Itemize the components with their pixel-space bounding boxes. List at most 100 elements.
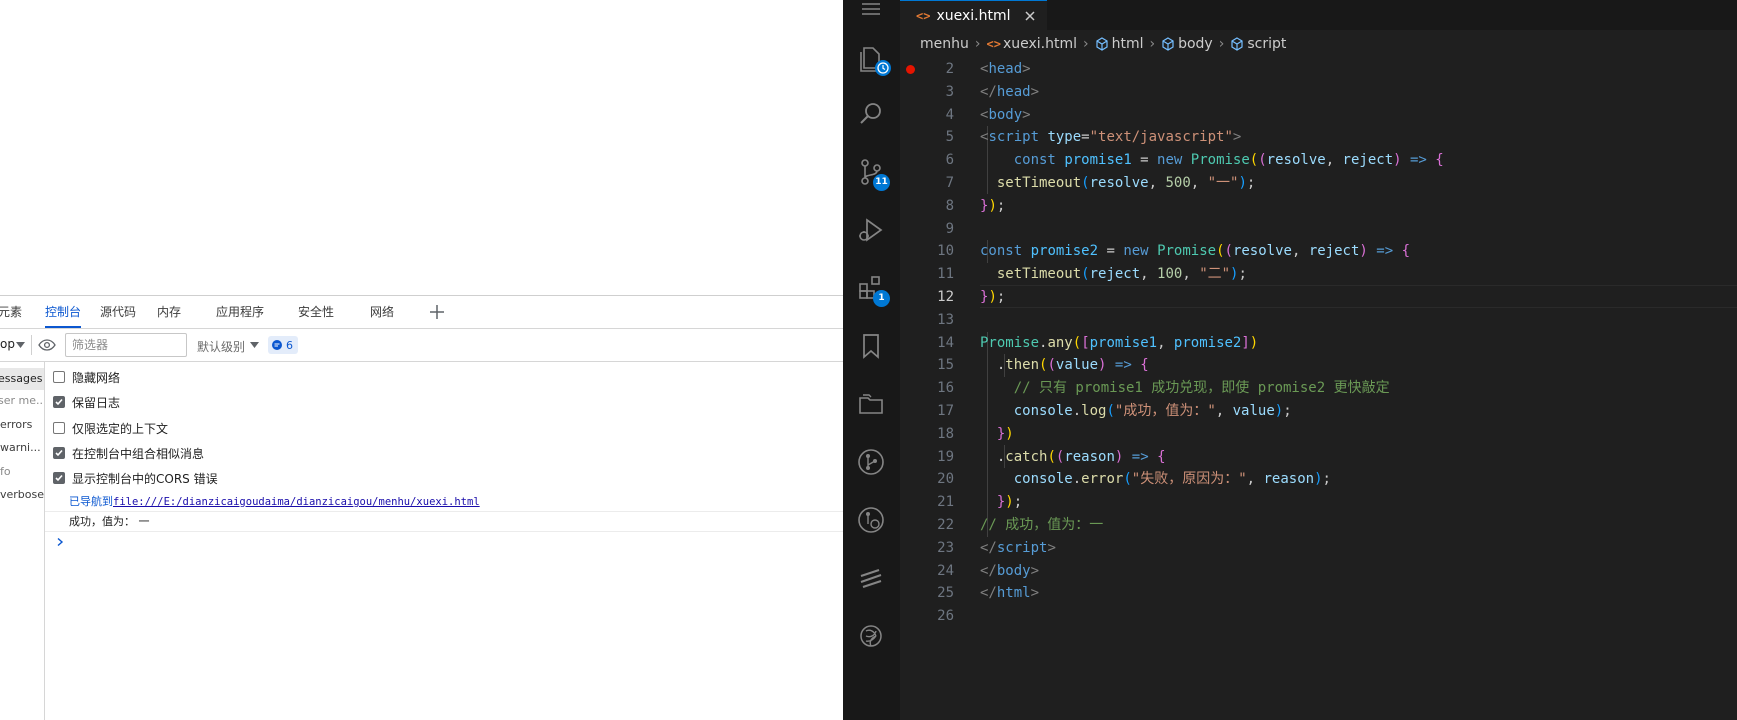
search-icon[interactable] — [855, 98, 887, 130]
line-number[interactable]: 12 — [937, 286, 954, 309]
tab-elements[interactable]: 元素 — [0, 296, 22, 328]
setting-hide-network[interactable]: 隐藏网络 — [53, 367, 120, 387]
code-line[interactable]: }) — [980, 423, 1014, 446]
code-line[interactable]: Promise.any([promise1, promise2]) — [980, 332, 1258, 355]
line-number[interactable]: 4 — [946, 104, 954, 127]
line-number[interactable]: 17 — [937, 400, 954, 423]
code-line[interactable]: // 只有 promise1 成功兑现，即使 promise2 更快敲定 — [980, 377, 1390, 400]
setting-selected-context-only[interactable]: 仅限选定的上下文 — [53, 418, 168, 438]
code-line[interactable]: </html> — [980, 582, 1039, 605]
code-area[interactable]: <head> </head> <body> <script type="text/ja… — [980, 58, 1737, 720]
line-number[interactable]: 19 — [937, 446, 954, 469]
code-line[interactable]: <body> — [980, 104, 1031, 127]
code-line[interactable]: setTimeout(resolve, 500, "一"); — [980, 172, 1256, 195]
code-line[interactable]: </body> — [980, 560, 1039, 583]
code-line[interactable]: }); — [980, 491, 1022, 514]
code-line[interactable]: </script> — [980, 537, 1056, 560]
line-number[interactable]: 3 — [946, 81, 954, 104]
log-level-selector[interactable]: 默认级别 — [197, 338, 245, 355]
checkbox[interactable] — [53, 422, 65, 434]
chevron-down-icon[interactable] — [250, 342, 259, 348]
code-editor[interactable]: 2 3 4 5 6 7 8 9 10 11 12 13 14 15 16 17 18 19 20 21 22 23 24 25… — [900, 58, 1737, 720]
run-debug-icon[interactable] — [855, 214, 887, 246]
line-number[interactable]: 8 — [946, 195, 954, 218]
console-prompt-chevron-icon[interactable] — [55, 537, 65, 547]
breakpoint-dot[interactable] — [906, 65, 915, 74]
breadcrumb-symbol-html[interactable]: html — [1095, 36, 1143, 52]
line-number[interactable]: 6 — [946, 149, 954, 172]
breadcrumb-symbol-script[interactable]: script — [1230, 36, 1286, 52]
issues-badge[interactable]: 6 — [268, 336, 298, 354]
code-line[interactable]: .catch((reason) => { — [980, 446, 1166, 469]
line-number[interactable]: 2 — [946, 58, 954, 81]
git-graph-icon[interactable] — [855, 446, 887, 478]
checkbox[interactable] — [53, 447, 65, 459]
menu-icon[interactable] — [857, 0, 885, 23]
sidebar-item-user-messages[interactable]: ser me... — [0, 390, 44, 412]
line-number[interactable]: 26 — [937, 605, 954, 628]
setting-show-cors-errors[interactable]: 显示控制台中的CORS 错误 — [53, 468, 218, 488]
code-line[interactable]: console.error("失败，原因为：", reason); — [980, 468, 1331, 491]
code-line[interactable]: }); — [980, 195, 1005, 218]
line-number[interactable]: 10 — [937, 240, 954, 263]
sidebar-item-info[interactable]: fo — [0, 461, 44, 483]
bookmark-icon[interactable] — [855, 330, 887, 362]
code-line[interactable]: }); — [980, 286, 1005, 309]
add-tab-plus-icon[interactable] — [427, 302, 447, 322]
breadcrumb-file[interactable]: <> xuexi.html — [986, 36, 1077, 52]
line-number[interactable]: 21 — [937, 491, 954, 514]
line-number[interactable]: 23 — [937, 537, 954, 560]
line-number[interactable]: 11 — [937, 263, 954, 286]
checkbox[interactable] — [53, 371, 65, 383]
line-number[interactable]: 24 — [937, 560, 954, 583]
code-line[interactable]: <script type="text/javascript"> — [980, 126, 1241, 149]
editor-tab-xuexi[interactable]: <> xuexi.html — [900, 0, 1047, 30]
code-line[interactable]: // 成功，值为：一 — [980, 514, 1103, 537]
filter-input[interactable] — [65, 333, 187, 357]
chatgpt-icon[interactable] — [855, 620, 887, 652]
tab-console[interactable]: 控制台 — [45, 296, 82, 328]
code-line[interactable]: </head> — [980, 81, 1039, 104]
line-number[interactable]: 20 — [937, 468, 954, 491]
chevron-down-icon[interactable] — [16, 342, 25, 348]
checkbox[interactable] — [53, 396, 65, 408]
line-number[interactable]: 25 — [937, 582, 954, 605]
code-line[interactable]: const promise2 = new Promise((resolve, r… — [980, 240, 1410, 263]
setting-preserve-log[interactable]: 保留日志 — [53, 392, 120, 412]
code-line[interactable]: setTimeout(reject, 100, "二"); — [980, 263, 1247, 286]
breadcrumb-folder[interactable]: menhu — [920, 36, 969, 52]
line-number[interactable]: 15 — [937, 354, 954, 377]
line-number[interactable]: 18 — [937, 423, 954, 446]
tab-application[interactable]: 应用程序 — [216, 296, 264, 328]
codeium-icon[interactable] — [855, 562, 887, 594]
tab-security[interactable]: 安全性 — [298, 296, 334, 328]
code-line[interactable]: .then((value) => { — [980, 354, 1149, 377]
line-number[interactable]: 9 — [946, 218, 954, 241]
sidebar-item-verbose[interactable]: verbose — [0, 484, 44, 506]
tab-network[interactable]: 网络 — [370, 296, 394, 328]
code-token: [ — [1081, 334, 1090, 351]
line-number[interactable]: 22 — [937, 514, 954, 537]
line-number[interactable]: 16 — [937, 377, 954, 400]
eye-icon[interactable] — [38, 337, 56, 353]
sidebar-item-messages[interactable]: essages — [0, 368, 44, 390]
close-icon[interactable] — [1023, 9, 1037, 23]
tab-sources[interactable]: 源代码 — [100, 296, 136, 328]
line-number[interactable]: 14 — [937, 332, 954, 355]
breadcrumb-symbol-body[interactable]: body — [1161, 36, 1213, 52]
code-line[interactable]: console.log("成功，值为：", value); — [980, 400, 1292, 423]
navigated-url-link[interactable]: file:///E:/dianzicaigoudaima/dianzicaigo… — [113, 496, 480, 508]
checkbox[interactable] — [53, 472, 65, 484]
git-history-icon[interactable] — [855, 504, 887, 536]
tab-memory[interactable]: 内存 — [157, 296, 181, 328]
folder-icon[interactable] — [855, 388, 887, 420]
setting-group-similar[interactable]: 在控制台中组合相似消息 — [53, 443, 204, 463]
code-line[interactable]: <head> — [980, 58, 1031, 81]
line-number[interactable]: 7 — [946, 172, 954, 195]
line-number[interactable]: 13 — [937, 309, 954, 332]
line-number[interactable]: 5 — [946, 126, 954, 149]
sidebar-item-errors[interactable]: errors — [0, 414, 44, 436]
code-line[interactable]: const promise1 = new Promise((resolve, r… — [980, 149, 1444, 172]
context-selector[interactable]: op — [0, 337, 15, 351]
sidebar-item-warnings[interactable]: warni... — [0, 437, 44, 459]
